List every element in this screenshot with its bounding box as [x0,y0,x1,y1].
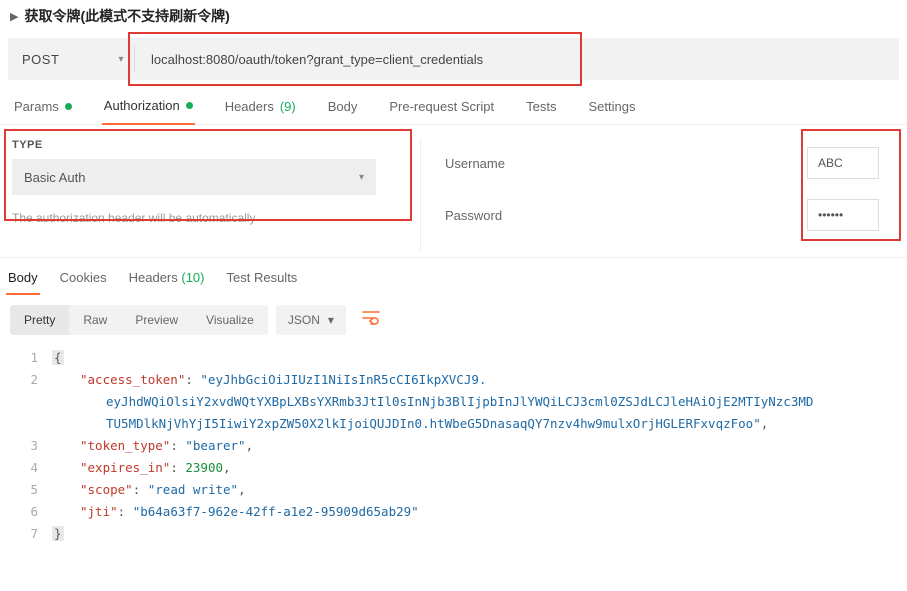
password-row: Password •••••• [445,199,879,231]
resp-tab-cookies[interactable]: Cookies [58,264,109,295]
auth-type-section: TYPE Basic Auth ▾ The authorization head… [12,139,420,251]
json-key: "scope" [80,482,133,497]
view-mode-group: Pretty Raw Preview Visualize [10,305,268,335]
chevron-down-icon: ▾ [118,54,124,65]
divider [420,139,421,251]
tab-label: Body [328,99,358,114]
view-visualize-button[interactable]: Visualize [192,305,268,335]
json-key: "expires_in" [80,460,170,475]
wrap-lines-icon[interactable] [354,306,388,335]
resp-tab-test-results[interactable]: Test Results [225,264,300,295]
status-dot-icon [65,103,72,110]
line-gutter: 1 2 3 4 5 6 7 [0,347,52,545]
json-string: "b64a63f7-962e-42ff-a1e2-95909d65ab29" [133,504,419,519]
json-string: "bearer" [185,438,245,453]
line-number: 2 [0,369,38,391]
tab-label: Params [14,99,59,114]
json-key: "jti" [80,504,118,519]
tab-authorization[interactable]: Authorization [102,90,195,125]
tab-headers[interactable]: Headers (9) [223,91,298,124]
chevron-down-icon: ▾ [359,172,364,183]
response-tabs: Body Cookies Headers (10) Test Results [0,257,907,295]
tab-tests[interactable]: Tests [524,91,558,124]
url-text: localhost:8080/oauth/token?grant_type=cl… [151,52,483,67]
username-label: Username [445,156,505,171]
view-pretty-button[interactable]: Pretty [10,305,69,335]
url-bar: POST ▾ localhost:8080/oauth/token?grant_… [8,38,899,80]
line-number: 7 [0,523,38,545]
response-body[interactable]: 1 2 3 4 5 6 7 { "access_token": "eyJhbGc… [0,345,907,553]
resp-tab-body[interactable]: Body [6,264,40,295]
auth-credentials: Username ABC Password •••••• [445,139,895,251]
expand-icon[interactable]: ▶ [10,10,18,23]
password-value: •••••• [818,208,843,222]
tab-label: Headers [129,270,178,285]
tab-label: Pre-request Script [389,99,494,114]
line-number: 6 [0,501,38,523]
status-dot-icon [186,102,193,109]
request-title: 获取令牌(此模式不支持刷新令牌) [24,6,229,26]
tab-label: Settings [588,99,635,114]
request-tabs: Params Authorization Headers (9) Body Pr… [0,90,907,125]
json-string: eyJhdWQiOlsiY2xvdWQtYXBpLXBsYXRmb3JtIl0s… [106,394,813,409]
auth-description: The authorization header will be automat… [12,211,420,225]
tab-settings[interactable]: Settings [586,91,637,124]
password-label: Password [445,208,502,223]
tab-label: Authorization [104,98,180,113]
chevron-down-icon: ▾ [328,313,334,327]
tab-prerequest[interactable]: Pre-request Script [387,91,496,124]
json-string: "eyJhbGciOiJIUzI1NiIsInR5cCI6IkpXVCJ9. [200,372,486,387]
json-string: "read write" [148,482,238,497]
authorization-panel: TYPE Basic Auth ▾ The authorization head… [0,125,907,257]
view-raw-button[interactable]: Raw [69,305,121,335]
url-input[interactable]: localhost:8080/oauth/token?grant_type=cl… [135,38,899,80]
type-label: TYPE [12,139,420,151]
tab-count: (9) [280,99,296,114]
view-preview-button[interactable]: Preview [121,305,192,335]
tab-params[interactable]: Params [12,91,74,124]
line-number: 3 [0,435,38,457]
http-method-select[interactable]: POST ▾ [8,38,134,80]
format-value: JSON [288,313,320,327]
username-value: ABC [818,156,843,170]
tab-label: Tests [526,99,556,114]
line-number: 5 [0,479,38,501]
auth-type-value: Basic Auth [24,170,85,185]
code-content: { "access_token": "eyJhbGciOiJIUzI1NiIsI… [52,347,907,545]
response-view-bar: Pretty Raw Preview Visualize JSON ▾ [0,295,907,345]
password-input[interactable]: •••••• [807,199,879,231]
json-string: TU5MDlkNjVhYjI5IiwiY2xpZW50X2lkIjoiQUJDI… [106,416,761,431]
tab-label: Headers [225,99,274,114]
username-row: Username ABC [445,147,879,179]
http-method-value: POST [22,52,59,67]
line-number: 1 [0,347,38,369]
format-select[interactable]: JSON ▾ [276,305,346,335]
resp-tab-headers[interactable]: Headers (10) [127,264,207,295]
tab-body[interactable]: Body [326,91,360,124]
tab-count: (10) [181,270,204,285]
username-input[interactable]: ABC [807,147,879,179]
line-number: 4 [0,457,38,479]
request-title-bar: ▶ 获取令牌(此模式不支持刷新令牌) [0,0,907,32]
json-key: "access_token" [80,372,185,387]
json-number: 23900 [185,460,223,475]
auth-type-select[interactable]: Basic Auth ▾ [12,159,376,195]
json-key: "token_type" [80,438,170,453]
